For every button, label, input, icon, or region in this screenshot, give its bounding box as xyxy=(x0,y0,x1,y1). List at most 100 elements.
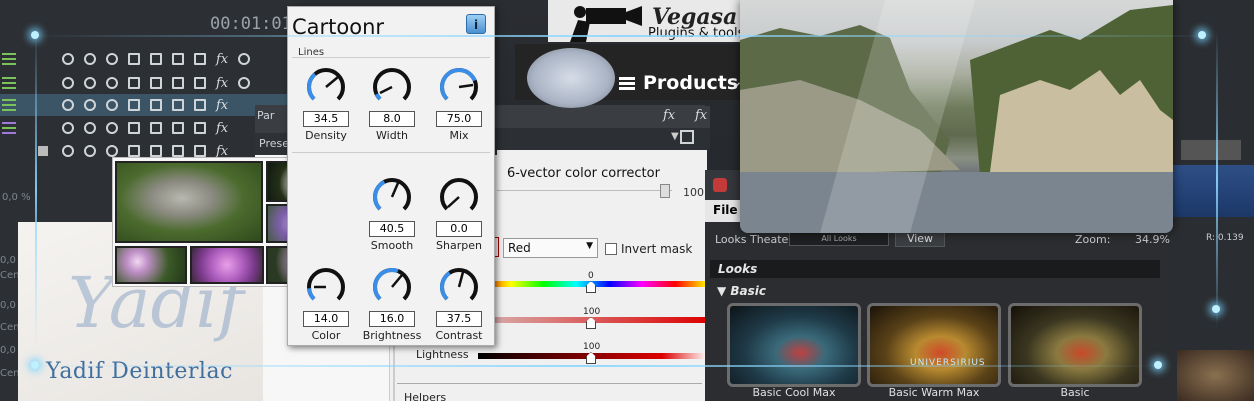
solo-icon[interactable] xyxy=(84,77,96,89)
contrast-value[interactable]: 37.5 xyxy=(436,311,482,327)
bypass-icon[interactable] xyxy=(172,145,184,157)
mix-knob[interactable]: 75.0 Mix xyxy=(428,65,490,142)
products-nav[interactable]: Products ⌄ xyxy=(515,44,755,108)
solo-icon[interactable] xyxy=(84,99,96,111)
preview-thumb[interactable] xyxy=(1177,350,1254,401)
track-header[interactable]: fx xyxy=(0,72,300,94)
motion-icon[interactable] xyxy=(194,99,206,111)
move-icon[interactable] xyxy=(128,53,140,65)
density-value[interactable]: 34.5 xyxy=(303,111,349,127)
record-icon[interactable] xyxy=(106,145,118,157)
mute-icon[interactable] xyxy=(62,53,74,65)
basic-group-toggle[interactable]: ▼ Basic xyxy=(717,284,766,298)
mix-value[interactable]: 75.0 xyxy=(436,111,482,127)
slider-thumb[interactable] xyxy=(660,184,670,198)
mute-icon[interactable] xyxy=(62,99,74,111)
record-icon[interactable] xyxy=(106,122,118,134)
composite-icon[interactable] xyxy=(150,122,162,134)
track-menu-icon[interactable] xyxy=(2,77,16,89)
fx-icon[interactable]: fx xyxy=(216,98,228,113)
knob-dial-icon[interactable] xyxy=(370,65,414,109)
fountain-photo[interactable] xyxy=(115,161,263,243)
mute-icon[interactable] xyxy=(62,122,74,134)
move-icon[interactable] xyxy=(128,122,140,134)
view-button[interactable]: View xyxy=(895,231,945,247)
composite-icon[interactable] xyxy=(150,77,162,89)
fx-icon[interactable]: fx xyxy=(216,76,228,91)
composite-icon[interactable] xyxy=(150,145,162,157)
value-field[interactable]: 100 xyxy=(683,186,704,199)
pause-icon[interactable] xyxy=(38,146,48,156)
contrast-knob[interactable]: 37.5 Contrast xyxy=(428,265,490,342)
knob-dial-icon[interactable] xyxy=(304,265,348,309)
bypass-icon[interactable] xyxy=(172,77,184,89)
slider-track[interactable] xyxy=(497,190,672,191)
glow-line xyxy=(30,35,1220,37)
color-select[interactable]: Red ▼ xyxy=(503,238,598,258)
knob-dial-icon[interactable] xyxy=(370,175,414,219)
sharpen-value[interactable]: 0.0 xyxy=(436,221,482,237)
motion-icon[interactable] xyxy=(194,145,206,157)
fx-icon[interactable]: fx xyxy=(216,121,228,136)
width-knob[interactable]: 8.0 Width xyxy=(361,65,423,142)
move-icon[interactable] xyxy=(128,99,140,111)
bypass-icon[interactable] xyxy=(172,99,184,111)
flowers-photo-1[interactable] xyxy=(115,246,187,284)
invert-mask-checkbox[interactable] xyxy=(605,243,617,255)
knob-dial-icon[interactable] xyxy=(437,265,481,309)
mute-icon[interactable] xyxy=(62,145,74,157)
color-knob[interactable]: 14.0 Color xyxy=(295,265,357,342)
density-knob[interactable]: 34.5 Density xyxy=(295,65,357,142)
look-thumb[interactable] xyxy=(1008,303,1142,387)
solo-icon[interactable] xyxy=(84,145,96,157)
chevron-down-icon[interactable]: ▼ xyxy=(671,131,679,142)
knob-dial-icon[interactable] xyxy=(304,65,348,109)
info-button[interactable]: i xyxy=(466,14,486,34)
composite-icon[interactable] xyxy=(150,99,162,111)
track-header[interactable]: fx xyxy=(0,48,300,70)
move-icon[interactable] xyxy=(128,145,140,157)
bypass-icon[interactable] xyxy=(172,122,184,134)
fx-icon[interactable]: fx xyxy=(695,108,707,123)
motion-icon[interactable] xyxy=(194,122,206,134)
look-thumb[interactable] xyxy=(727,303,861,387)
motion-icon[interactable] xyxy=(194,53,206,65)
composite-icon[interactable] xyxy=(150,53,162,65)
theater-select[interactable]: All Looks xyxy=(789,232,889,246)
knob-dial-icon[interactable] xyxy=(370,265,414,309)
products-label[interactable]: Products xyxy=(643,72,738,94)
glow-line xyxy=(1216,30,1218,330)
brightness-knob[interactable]: 16.0 Brightness xyxy=(361,265,423,342)
smooth-value[interactable]: 40.5 xyxy=(369,221,415,237)
save-icon[interactable] xyxy=(680,130,694,144)
knob-dial-icon[interactable] xyxy=(437,175,481,219)
chevron-down-icon[interactable]: ▼ xyxy=(586,241,593,251)
gear-icon[interactable] xyxy=(238,77,251,89)
knob-dial-icon[interactable] xyxy=(437,65,481,109)
width-value[interactable]: 8.0 xyxy=(369,111,415,127)
move-icon[interactable] xyxy=(128,77,140,89)
fx-plus-icon[interactable]: fx xyxy=(663,108,675,123)
solo-icon[interactable] xyxy=(84,122,96,134)
smooth-knob[interactable]: 40.5 Smooth xyxy=(361,175,423,252)
look-thumb[interactable]: UNIVERSIRIUS xyxy=(867,303,1001,387)
track-menu-icon[interactable] xyxy=(2,53,16,65)
sharpen-knob[interactable]: 0.0 Sharpen xyxy=(428,175,490,252)
solo-icon[interactable] xyxy=(84,53,96,65)
track-menu-icon[interactable] xyxy=(2,122,16,134)
menu-icon[interactable] xyxy=(619,77,635,90)
mute-icon[interactable] xyxy=(62,77,74,89)
record-icon[interactable] xyxy=(106,53,118,65)
menu-file[interactable]: File xyxy=(713,203,738,217)
motion-icon[interactable] xyxy=(194,77,206,89)
brightness-value[interactable]: 16.0 xyxy=(369,311,415,327)
color-value[interactable]: 14.0 xyxy=(303,311,349,327)
record-icon[interactable] xyxy=(106,77,118,89)
gear-icon[interactable] xyxy=(238,53,251,65)
flowers-photo-2[interactable] xyxy=(190,246,264,284)
track-menu-icon[interactable] xyxy=(2,99,16,111)
fx-icon[interactable]: fx xyxy=(216,52,228,67)
section-divider xyxy=(292,57,490,58)
record-icon[interactable] xyxy=(106,99,118,111)
bypass-icon[interactable] xyxy=(172,53,184,65)
